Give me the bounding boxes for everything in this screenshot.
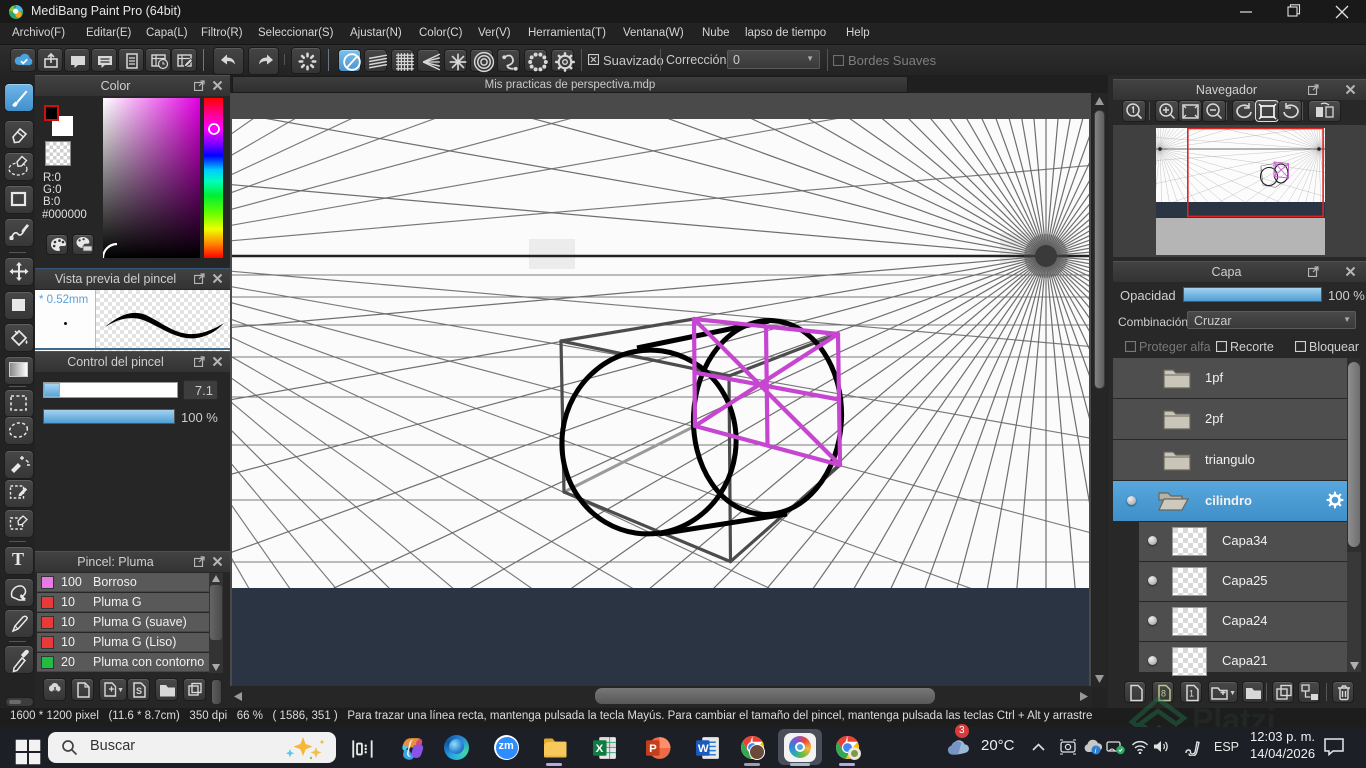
svg-text:S: S <box>136 686 142 696</box>
svg-text:P: P <box>649 743 657 755</box>
svg-text:X: X <box>596 743 604 755</box>
svg-text:W: W <box>698 743 709 755</box>
